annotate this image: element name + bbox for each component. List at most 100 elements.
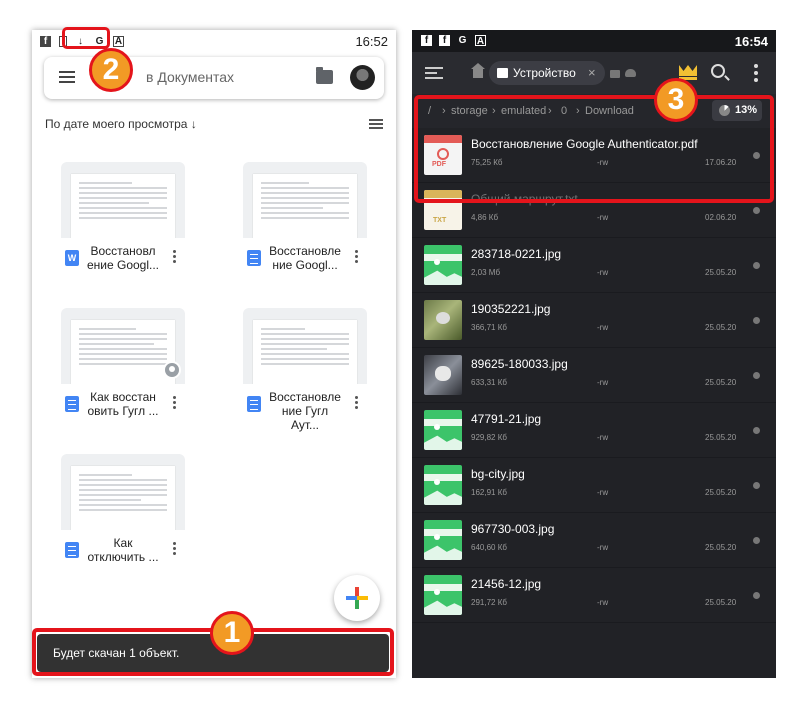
adblock-icon: A <box>475 35 486 47</box>
create-new-button[interactable] <box>334 575 380 621</box>
device-icon <box>497 68 508 78</box>
image-file-icon <box>424 355 462 395</box>
toolbar: Устройство × <box>412 52 776 94</box>
step-marker-1: 1 <box>210 611 254 655</box>
file-row[interactable]: bg-city.jpg 162,91 Кб -rw 25.05.20 <box>412 458 776 513</box>
home-icon[interactable] <box>471 63 485 78</box>
more-options-icon[interactable] <box>355 250 359 264</box>
document-title: Восстановление Googl... <box>86 244 160 272</box>
more-options-icon[interactable] <box>173 250 177 264</box>
folder-icon[interactable] <box>316 67 333 84</box>
more-options-icon[interactable] <box>355 396 359 410</box>
select-dot-icon[interactable] <box>753 592 760 599</box>
more-options-icon[interactable] <box>173 396 177 410</box>
google-docs-icon <box>65 396 79 412</box>
image-file-icon <box>424 520 462 560</box>
search-input[interactable]: в Документах <box>146 69 234 85</box>
file-date: 25.05.20 <box>705 488 737 497</box>
file-row[interactable]: 89625-180033.jpg 633,31 Кб -rw 25.05.20 <box>412 348 776 403</box>
file-row[interactable]: 47791-21.jpg 929,82 Кб -rw 25.05.20 <box>412 403 776 458</box>
file-size: 162,91 Кб <box>471 488 507 497</box>
file-permissions: -rw <box>597 433 609 442</box>
status-bar: f f G A 16:54 <box>412 30 776 52</box>
status-time: 16:52 <box>355 34 388 49</box>
word-doc-icon: W <box>65 250 79 266</box>
file-row[interactable]: 190352221.jpg 366,71 Кб -rw 25.05.20 <box>412 293 776 348</box>
google-docs-icon <box>65 542 79 558</box>
select-dot-icon[interactable] <box>753 427 760 434</box>
file-name: 21456-12.jpg <box>471 577 542 591</box>
file-size: 633,31 Кб <box>471 378 507 387</box>
file-date: 25.05.20 <box>705 268 737 277</box>
document-card[interactable]: Как восстан овить Гугл ... <box>61 308 185 438</box>
image-file-icon <box>424 465 462 505</box>
more-options-icon[interactable] <box>173 542 177 556</box>
menu-icon[interactable] <box>425 67 443 79</box>
file-name: 283718-0221.jpg <box>471 247 562 261</box>
file-row[interactable]: 21456-12.jpg 291,72 Кб -rw 25.05.20 <box>412 568 776 623</box>
file-name: 89625-180033.jpg <box>471 357 568 371</box>
facebook-icon: f <box>40 35 51 47</box>
list-view-icon[interactable] <box>369 119 383 129</box>
file-date: 25.05.20 <box>705 543 737 552</box>
file-date: 25.05.20 <box>705 323 737 332</box>
document-title: Как отключить ... <box>87 536 159 564</box>
document-title: Восстановле ние Гугл Аут... <box>269 390 341 432</box>
more-options-icon[interactable] <box>754 64 758 82</box>
google-icon: G <box>458 35 467 46</box>
document-thumbnail[interactable] <box>243 308 367 384</box>
image-file-icon <box>424 410 462 450</box>
chat-tab-icon[interactable] <box>610 70 620 78</box>
image-file-icon <box>424 245 462 285</box>
sort-label: По дате моего просмотра <box>45 117 188 131</box>
file-permissions: -rw <box>597 213 609 222</box>
sort-selector[interactable]: По дате моего просмотра ↓ <box>45 117 197 131</box>
file-date: 25.05.20 <box>705 378 737 387</box>
file-date: 02.06.20 <box>705 213 737 222</box>
tab-label: Устройство <box>513 66 576 80</box>
avatar[interactable] <box>350 65 375 90</box>
image-file-icon <box>424 300 462 340</box>
file-size: 291,72 Кб <box>471 598 507 607</box>
highlight-downloaded-file <box>414 95 774 203</box>
file-row[interactable]: 283718-0221.jpg 2,03 Мб -rw 25.05.20 <box>412 238 776 293</box>
document-card[interactable]: Как отключить ... <box>61 454 185 584</box>
select-dot-icon[interactable] <box>753 537 760 544</box>
screenshot-root: f ↓ G A 16:52 в Документах По дате моего… <box>0 0 808 710</box>
document-card[interactable]: Восстановле ние Googl... <box>243 162 367 292</box>
file-size: 640,60 Кб <box>471 543 507 552</box>
document-card[interactable]: Восстановле ние Гугл Аут... <box>243 308 367 438</box>
file-permissions: -rw <box>597 378 609 387</box>
file-permissions: -rw <box>597 323 609 332</box>
status-time: 16:54 <box>734 34 768 49</box>
cloud-tab-icon[interactable] <box>625 69 636 77</box>
file-row[interactable]: 967730-003.jpg 640,60 Кб -rw 25.05.20 <box>412 513 776 568</box>
document-thumbnail[interactable] <box>61 162 185 238</box>
select-dot-icon[interactable] <box>753 317 760 324</box>
google-docs-screen: f ↓ G A 16:52 в Документах По дате моего… <box>32 30 396 678</box>
document-title: Восстановление Googl... <box>269 244 341 272</box>
document-thumbnail[interactable] <box>61 454 185 530</box>
google-docs-icon <box>247 250 261 266</box>
shared-icon <box>163 361 181 379</box>
file-name: 967730-003.jpg <box>471 522 555 536</box>
document-thumbnail[interactable] <box>243 162 367 238</box>
close-icon[interactable]: × <box>588 65 596 80</box>
document-title: Как восстан овить Гугл ... <box>87 390 159 418</box>
select-dot-icon[interactable] <box>753 372 760 379</box>
adblock-icon: A <box>113 35 124 47</box>
tab-device[interactable]: Устройство × <box>489 61 605 85</box>
file-permissions: -rw <box>597 598 609 607</box>
document-card[interactable]: W Восстановл ение Googl... <box>61 162 185 292</box>
image-file-icon <box>424 575 462 615</box>
sort-arrow-icon: ↓ <box>190 117 197 131</box>
file-size: 929,82 Кб <box>471 433 507 442</box>
select-dot-icon[interactable] <box>753 482 760 489</box>
file-permissions: -rw <box>597 488 609 497</box>
select-dot-icon[interactable] <box>753 207 760 214</box>
highlight-download-notification <box>62 27 110 49</box>
select-dot-icon[interactable] <box>753 262 760 269</box>
menu-icon[interactable] <box>59 71 75 83</box>
facebook-icon: f <box>421 35 432 46</box>
search-icon[interactable] <box>711 64 725 78</box>
